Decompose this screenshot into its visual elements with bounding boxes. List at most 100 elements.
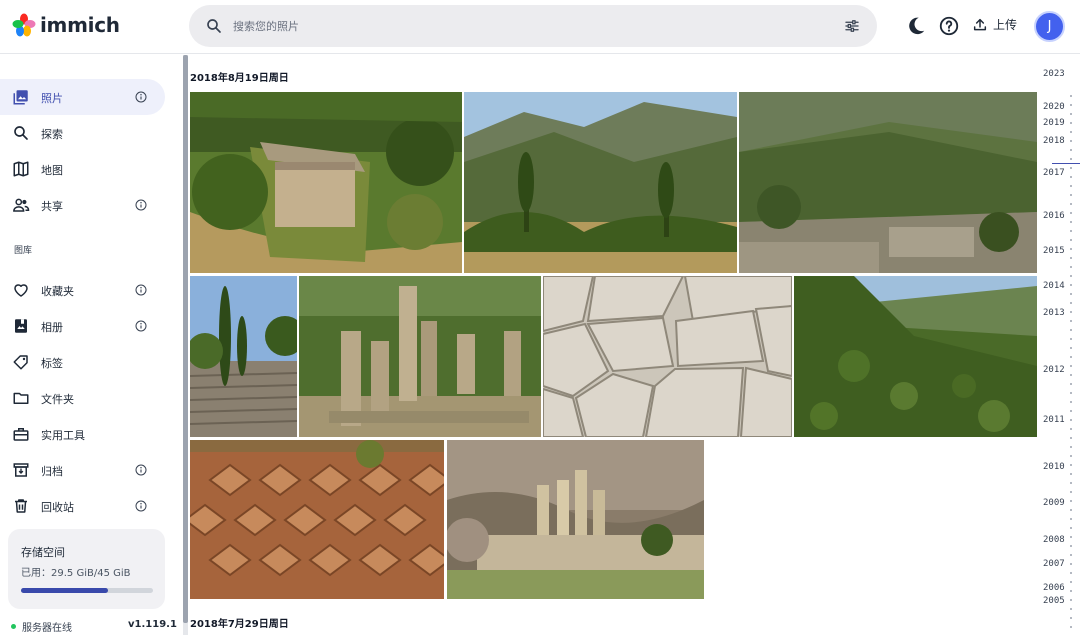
timeline-tick: [1070, 131, 1072, 133]
avatar[interactable]: J: [1034, 11, 1065, 42]
timeline-tick: [1070, 482, 1072, 484]
date-group-heading[interactable]: 2018年7月29日周日: [190, 615, 289, 630]
timeline-year[interactable]: 2012: [1043, 365, 1065, 375]
sidebar-item-label: 回收站: [41, 501, 74, 514]
sidebar-item-trash[interactable]: 回收站: [0, 488, 165, 524]
photo-thumbnail[interactable]: [299, 276, 541, 437]
timeline-tick: [1070, 113, 1072, 115]
photo-thumbnail[interactable]: [794, 276, 1037, 437]
search-icon[interactable]: [205, 17, 223, 35]
timeline-tick: [1070, 203, 1072, 205]
library-section-label: 图库: [14, 246, 33, 256]
timeline-tick: [1070, 437, 1072, 439]
timeline-year[interactable]: 2017: [1043, 168, 1065, 178]
timeline-tick: [1070, 302, 1072, 304]
timeline-year[interactable]: 2015: [1043, 246, 1065, 256]
timeline-tick: [1070, 419, 1072, 421]
timeline-tick: [1070, 410, 1072, 412]
photo-thumbnail[interactable]: [190, 92, 462, 273]
sidebar-item-label: 探索: [41, 128, 63, 141]
timeline-year[interactable]: 2009: [1043, 498, 1065, 508]
timeline-tick: [1070, 347, 1072, 349]
sidebar-item-map[interactable]: 地图: [0, 151, 165, 187]
timeline-year[interactable]: 2011: [1043, 415, 1065, 425]
sidebar-item-albums[interactable]: 相册: [0, 308, 165, 344]
info-icon[interactable]: [135, 500, 147, 512]
timeline-year[interactable]: 2007: [1043, 559, 1065, 569]
sidebar-item-utilities[interactable]: 实用工具: [0, 416, 165, 452]
photo-thumbnail[interactable]: [739, 92, 1037, 273]
timeline-tick: [1070, 185, 1072, 187]
timeline-tick: [1070, 617, 1072, 619]
tune-icon[interactable]: [843, 17, 861, 35]
photo-thumbnail[interactable]: [464, 92, 737, 273]
timeline-tick: [1070, 365, 1072, 367]
timeline-year[interactable]: 2010: [1043, 462, 1065, 472]
server-version: v1.119.1: [128, 619, 177, 630]
photo-thumbnail[interactable]: [543, 276, 792, 437]
sidebar-item-photos[interactable]: 照片: [0, 79, 165, 115]
timeline-year[interactable]: 2013: [1043, 308, 1065, 318]
timeline-tick: [1070, 221, 1072, 223]
scrollbar-thumb[interactable]: [183, 55, 188, 623]
search-input[interactable]: 搜索您的照片: [233, 18, 299, 34]
timeline-year[interactable]: 2018: [1043, 136, 1065, 146]
sidebar-item-label: 地图: [41, 164, 63, 177]
sidebar-item-folders[interactable]: 文件夹: [0, 380, 165, 416]
timeline-tick: [1070, 428, 1072, 430]
timeline-scrubber[interactable]: 2023 2020 2019 2018 2017 2016 2015 2014 2013 2012…: [1040, 55, 1080, 635]
info-icon[interactable]: [135, 199, 147, 211]
timeline-tick: [1070, 230, 1072, 232]
timeline-tick: [1070, 383, 1072, 385]
timeline-year[interactable]: 2019: [1043, 118, 1065, 128]
storage-title: 存储空间: [21, 546, 65, 559]
server-status-text: 服务器在线: [22, 623, 72, 634]
timeline-tick: [1070, 248, 1072, 250]
timeline-tick: [1070, 491, 1072, 493]
timeline-tick: [1070, 167, 1072, 169]
sidebar: 照片 探索 地图 共享 图库 收藏夹 相册 标签 文件夹 实用工具 归档 回收站…: [0, 55, 177, 635]
sidebar-item-explore[interactable]: 探索: [0, 115, 165, 151]
timeline-year[interactable]: 2023: [1043, 69, 1065, 79]
info-icon[interactable]: [135, 464, 147, 476]
archive-icon: [13, 463, 29, 477]
info-icon[interactable]: [135, 320, 147, 332]
moon-icon[interactable]: [905, 15, 927, 37]
info-icon[interactable]: [135, 284, 147, 296]
help-icon[interactable]: [938, 15, 960, 37]
timeline-year[interactable]: 2016: [1043, 211, 1065, 221]
timeline-year[interactable]: 2005: [1043, 596, 1065, 606]
upload-button[interactable]: 上传: [972, 16, 1017, 33]
timeline-tick: [1070, 401, 1072, 403]
timeline-tick: [1070, 473, 1072, 475]
app-name: immich: [40, 13, 120, 37]
timeline-year[interactable]: 2008: [1043, 535, 1065, 545]
info-icon[interactable]: [135, 91, 147, 103]
immich-logo[interactable]: immich: [12, 13, 120, 37]
date-group-heading[interactable]: 2018年8月19日周日: [190, 69, 289, 84]
timeline-year[interactable]: 2006: [1043, 583, 1065, 593]
sidebar-item-tags[interactable]: 标签: [0, 344, 165, 380]
photo-thumbnail[interactable]: [447, 440, 704, 599]
timeline-tick: [1070, 392, 1072, 394]
timeline-tick: [1070, 104, 1072, 106]
trash-icon: [15, 499, 27, 513]
photo-thumbnail[interactable]: [190, 440, 444, 599]
sidebar-item-sharing[interactable]: 共享: [0, 187, 165, 223]
timeline-tick: [1070, 239, 1072, 241]
sidebar-item-favorites[interactable]: 收藏夹: [0, 272, 165, 308]
search-bar[interactable]: 搜索您的照片: [189, 5, 877, 47]
photo-thumbnail[interactable]: [190, 276, 297, 437]
timeline-tick: [1070, 563, 1072, 565]
timeline-tick: [1070, 374, 1072, 376]
sidebar-item-archive[interactable]: 归档: [0, 452, 165, 488]
folder-icon: [13, 392, 29, 404]
storage-panel: 存储空间 已用：29.5 GiB/45 GiB: [8, 529, 165, 609]
tag-icon: [13, 355, 28, 370]
sidebar-item-label: 照片: [41, 92, 63, 105]
timeline-tick: [1070, 536, 1072, 538]
server-status: 服务器在线: [11, 619, 72, 634]
storage-usage: 已用：29.5 GiB/45 GiB: [21, 568, 131, 579]
timeline-year[interactable]: 2014: [1043, 281, 1065, 291]
timeline-year[interactable]: 2020: [1043, 102, 1065, 112]
